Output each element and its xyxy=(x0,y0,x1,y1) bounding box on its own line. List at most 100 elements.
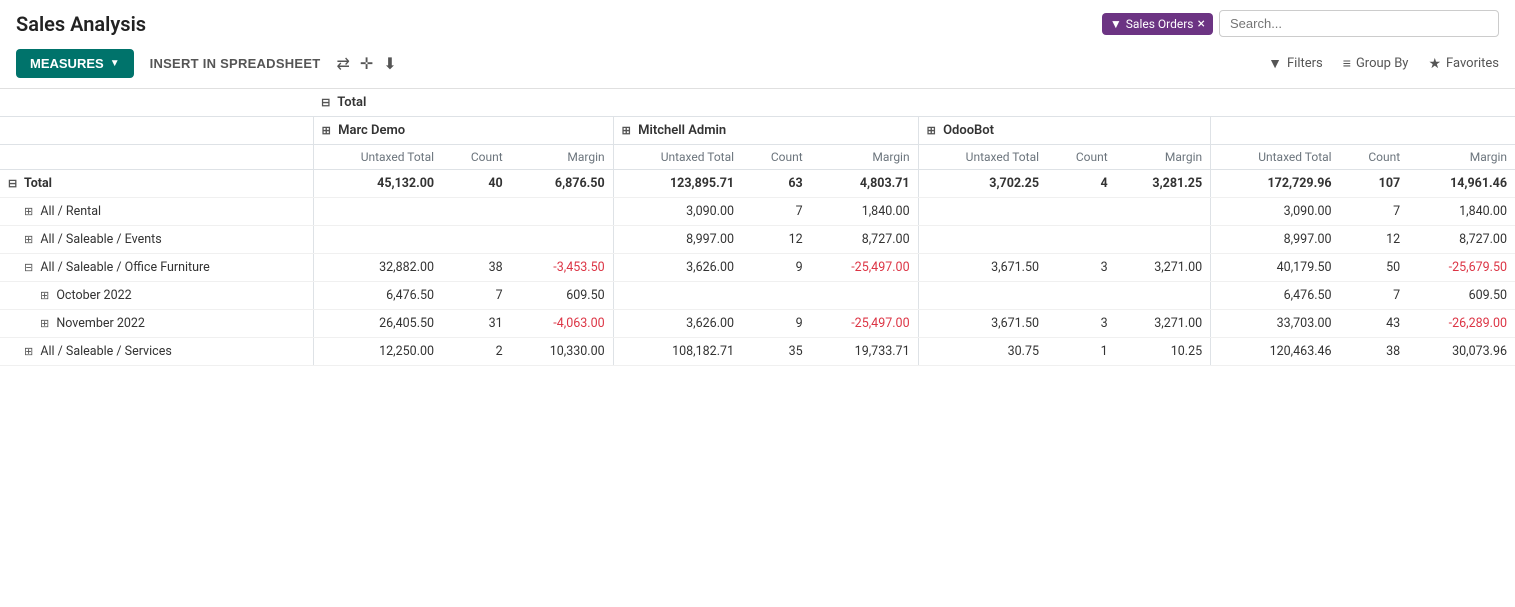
filter-tag-label: Sales Orders xyxy=(1126,17,1194,31)
cell xyxy=(1047,282,1116,310)
odoo-expand-icon[interactable]: ⊞ xyxy=(927,124,936,137)
insert-spreadsheet-button[interactable]: INSERT IN SPREADSHEET xyxy=(150,56,321,71)
header-groups-row: ⊞ Marc Demo ⊞ Mitchell Admin ⊞ OdooBot xyxy=(0,117,1515,145)
table-row: ⊞ All / Rental 3,090.00 7 1,840.00 3,090… xyxy=(0,198,1515,226)
download-icon[interactable]: ⬇ xyxy=(383,54,396,73)
cell: -4,063.00 xyxy=(511,310,613,338)
marc-expand-icon[interactable]: ⊞ xyxy=(322,124,331,137)
cell xyxy=(1116,226,1211,254)
cell: 1,840.00 xyxy=(1408,198,1515,226)
row-header-empty xyxy=(0,89,313,117)
cell: 14,961.46 xyxy=(1408,170,1515,198)
odoo-count-header: Count xyxy=(1047,145,1116,170)
cell: 609.50 xyxy=(511,282,613,310)
cell xyxy=(811,282,918,310)
filter-remove-button[interactable]: × xyxy=(1198,17,1205,31)
total-minus-icon[interactable]: ⊟ xyxy=(321,96,330,109)
odoobot-header: ⊞ OdooBot xyxy=(918,117,1211,145)
cell xyxy=(442,198,511,226)
cell: 7 xyxy=(442,282,511,310)
cell: 172,729.96 xyxy=(1211,170,1340,198)
cell: 32,882.00 xyxy=(313,254,442,282)
cell: 40 xyxy=(442,170,511,198)
filter-icon: ▼ xyxy=(1110,17,1122,31)
filters-button[interactable]: ▼ Filters xyxy=(1268,55,1323,72)
cell: 40,179.50 xyxy=(1211,254,1340,282)
cell: 45,132.00 xyxy=(313,170,442,198)
cell: 10.25 xyxy=(1116,338,1211,366)
grand-total-header xyxy=(1211,117,1515,145)
cell: 3 xyxy=(1047,310,1116,338)
table-row: ⊞ All / Saleable / Services 12,250.00 2 … xyxy=(0,338,1515,366)
cell: 12,250.00 xyxy=(313,338,442,366)
measures-arrow-icon: ▼ xyxy=(110,58,120,69)
cell: 3 xyxy=(1047,254,1116,282)
cell: 120,463.46 xyxy=(1211,338,1340,366)
cell: 7 xyxy=(1340,198,1409,226)
cell: 19,733.71 xyxy=(811,338,918,366)
cell: 7 xyxy=(1340,282,1409,310)
cell: 1,840.00 xyxy=(811,198,918,226)
cell: -25,497.00 xyxy=(811,310,918,338)
marc-demo-header: ⊞ Marc Demo xyxy=(313,117,613,145)
cell: 38 xyxy=(1340,338,1409,366)
cell xyxy=(442,226,511,254)
measures-label: MEASURES xyxy=(30,56,104,71)
cell: 8,727.00 xyxy=(811,226,918,254)
favorites-button[interactable]: ★ Favorites xyxy=(1428,56,1499,72)
search-input[interactable] xyxy=(1219,10,1499,37)
right-controls: ▼ Filters ≡ Group By ★ Favorites xyxy=(1268,55,1499,72)
furniture-minus-icon[interactable]: ⊟ xyxy=(24,261,33,274)
cell: 9 xyxy=(742,310,811,338)
cell: 31 xyxy=(442,310,511,338)
rental-expand-icon[interactable]: ⊞ xyxy=(24,205,33,218)
cell: 3,702.25 xyxy=(918,170,1047,198)
groupby-button[interactable]: ≡ Group By xyxy=(1343,55,1409,72)
total-untaxed-header: Untaxed Total xyxy=(1211,145,1340,170)
cell: 12 xyxy=(1340,226,1409,254)
total-row-minus-icon[interactable]: ⊟ xyxy=(8,177,17,190)
cell: 30.75 xyxy=(918,338,1047,366)
cell xyxy=(511,226,613,254)
star-icon: ★ xyxy=(1428,56,1441,72)
filter-tag[interactable]: ▼ Sales Orders × xyxy=(1102,13,1213,35)
cell: 43 xyxy=(1340,310,1409,338)
table-row: ⊞ October 2022 6,476.50 7 609.50 6,476.5… xyxy=(0,282,1515,310)
cell: 3,671.50 xyxy=(918,310,1047,338)
cell: 10,330.00 xyxy=(511,338,613,366)
filter-funnel-icon: ▼ xyxy=(1268,55,1282,72)
move-icon[interactable]: ✛ xyxy=(360,54,373,73)
table-row: ⊟ Total 45,132.00 40 6,876.50 123,895.71… xyxy=(0,170,1515,198)
header-cols-row: Untaxed Total Count Margin Untaxed Total… xyxy=(0,145,1515,170)
total-header: ⊟ Total xyxy=(313,89,1211,117)
services-expand-icon[interactable]: ⊞ xyxy=(24,345,33,358)
marc-count-header: Count xyxy=(442,145,511,170)
favorites-label: Favorites xyxy=(1446,56,1499,71)
events-expand-icon[interactable]: ⊞ xyxy=(24,233,33,246)
row-label: ⊞ November 2022 xyxy=(0,310,313,338)
cell: 30,073.96 xyxy=(1408,338,1515,366)
nov-expand-icon[interactable]: ⊞ xyxy=(40,317,49,330)
cell: 3,090.00 xyxy=(1211,198,1340,226)
cell: 33,703.00 xyxy=(1211,310,1340,338)
row-label: ⊟ All / Saleable / Office Furniture xyxy=(0,254,313,282)
mitchell-count-header: Count xyxy=(742,145,811,170)
cell: 107 xyxy=(1340,170,1409,198)
cell: 50 xyxy=(1340,254,1409,282)
oct-expand-icon[interactable]: ⊞ xyxy=(40,289,49,302)
cell: -26,289.00 xyxy=(1408,310,1515,338)
swap-icon[interactable]: ⇄ xyxy=(336,54,349,73)
cell: 3,090.00 xyxy=(613,198,742,226)
cell: 3,626.00 xyxy=(613,254,742,282)
measures-button[interactable]: MEASURES ▼ xyxy=(16,49,134,78)
groupby-icon: ≡ xyxy=(1343,55,1351,72)
mitchell-expand-icon[interactable]: ⊞ xyxy=(622,124,631,137)
cell: 8,997.00 xyxy=(613,226,742,254)
cell: -25,497.00 xyxy=(811,254,918,282)
total-count-header: Count xyxy=(1340,145,1409,170)
row-header-empty3 xyxy=(0,145,313,170)
cell: 123,895.71 xyxy=(613,170,742,198)
cell: 1 xyxy=(1047,338,1116,366)
cell: 35 xyxy=(742,338,811,366)
marc-untaxed-header: Untaxed Total xyxy=(313,145,442,170)
